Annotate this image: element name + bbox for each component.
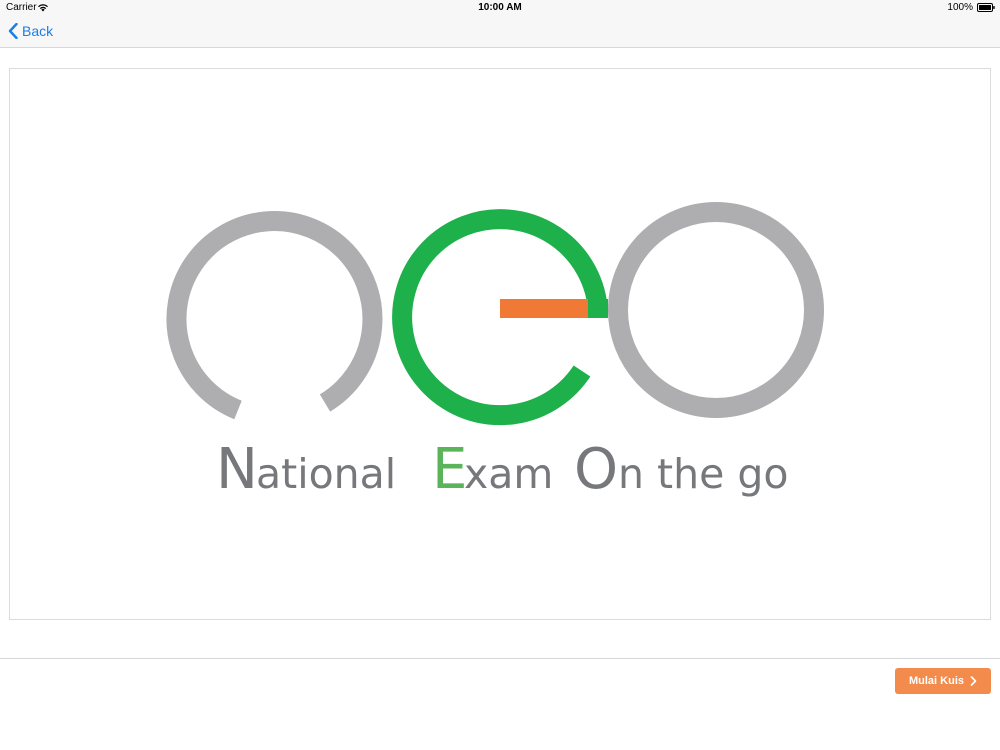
logo-o-letter — [608, 202, 824, 418]
clock: 10:00 AM — [478, 2, 522, 13]
status-bar: Carrier 10:00 AM 100% — [0, 0, 1000, 16]
tagline-national-initial: N — [216, 437, 258, 502]
back-label: Back — [22, 23, 54, 39]
logo-e-letter — [392, 209, 608, 426]
battery-percent: 100% — [947, 2, 973, 13]
battery-icon — [977, 3, 995, 12]
footer-divider — [0, 658, 1000, 659]
back-button[interactable]: Back — [8, 21, 53, 41]
chevron-right-icon — [970, 676, 977, 686]
logo-n-letter — [166, 211, 383, 420]
chevron-left-icon — [8, 23, 18, 39]
logo-tagline: N ational E xam O n the go — [216, 437, 788, 502]
tagline-on-initial: O — [574, 437, 618, 502]
neo-logo: N ational E xam O n the go — [166, 202, 824, 502]
tagline-national-rest: ational — [256, 450, 396, 498]
tagline-on-rest: n the go — [618, 450, 788, 498]
start-quiz-label: Mulai Kuis — [908, 675, 964, 687]
tagline-exam-rest: xam — [464, 450, 553, 498]
tagline-exam-initial: E — [432, 437, 467, 502]
start-quiz-button[interactable]: Mulai Kuis — [895, 668, 991, 694]
navigation-bar: Back — [0, 16, 1000, 48]
